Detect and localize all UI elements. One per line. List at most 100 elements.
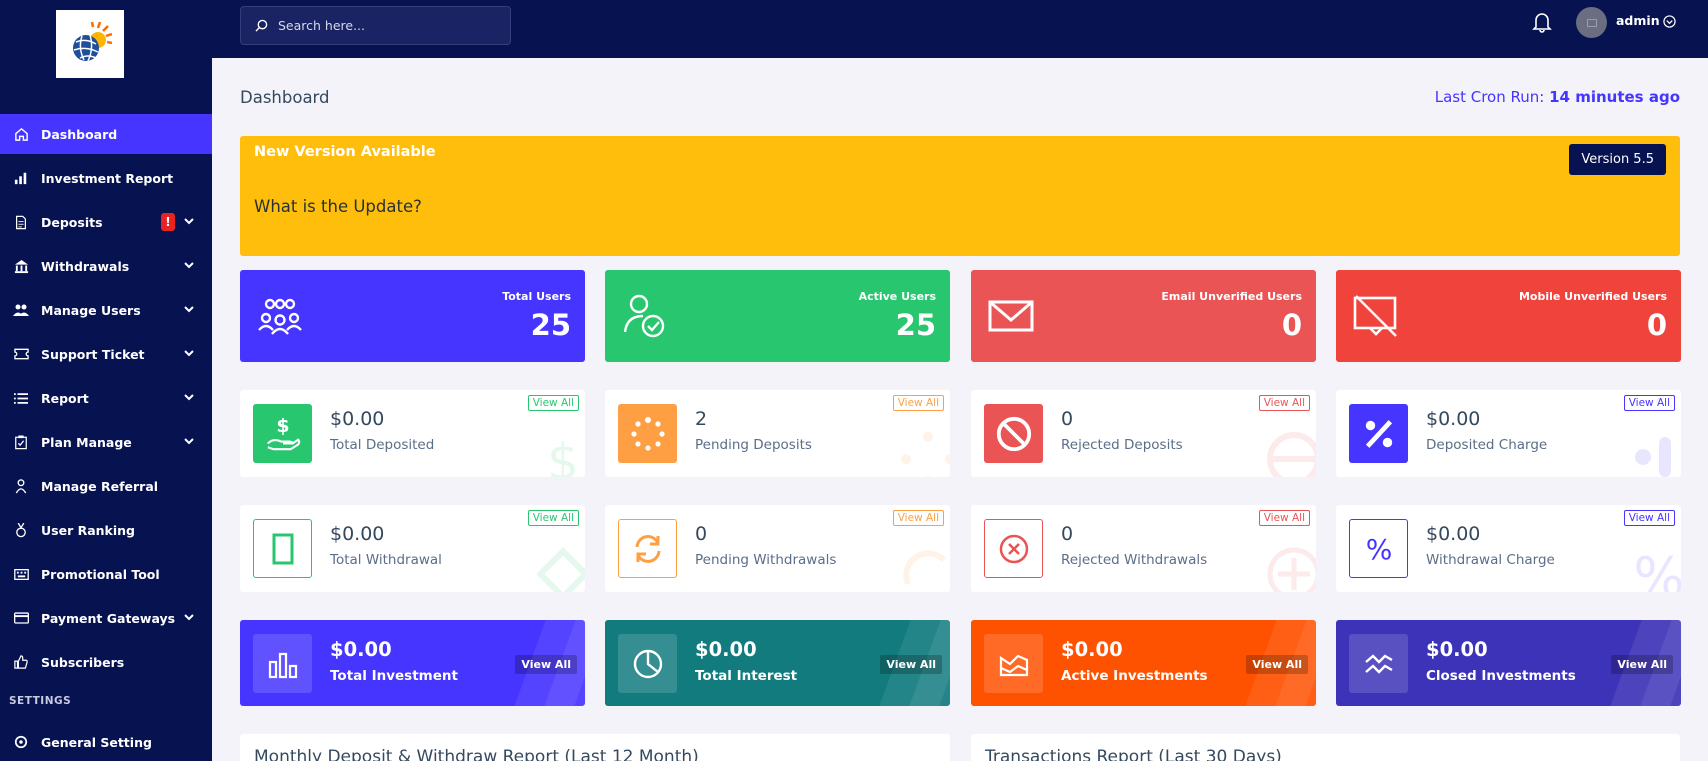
home-icon — [13, 126, 29, 142]
view-all-button[interactable]: View All — [515, 655, 577, 674]
stat-mobile-unverified[interactable]: Mobile Unverified Users 0 — [1336, 270, 1681, 362]
logo[interactable] — [56, 10, 124, 78]
sidebar-item-deposits[interactable]: Deposits ! — [0, 202, 212, 242]
users-icon — [13, 302, 29, 318]
sidebar-item-investment-report[interactable]: Investment Report — [0, 158, 212, 198]
chevron-down-circle-icon[interactable] — [1663, 15, 1676, 28]
svg-text:%: % — [1633, 546, 1681, 592]
view-all-button[interactable]: View All — [1623, 395, 1675, 411]
stat-value: $0.00 — [330, 408, 385, 430]
stat-active-investments: $0.00 Active Investments View All — [971, 620, 1316, 706]
view-all-button[interactable]: View All — [880, 655, 942, 674]
search-icon — [255, 19, 268, 32]
topbar: admin — [212, 0, 1708, 58]
view-all-button[interactable]: View All — [527, 510, 579, 526]
stat-value: $0.00 — [1426, 523, 1481, 545]
sidebar-item-label: Manage Users — [41, 302, 141, 318]
stat-total-investment: $0.00 Total Investment View All — [240, 620, 585, 706]
stat-value: $0.00 — [1426, 638, 1488, 661]
stat-value: $0.00 — [1426, 408, 1481, 430]
mobile-slash-icon — [1353, 295, 1397, 337]
view-all-button[interactable]: View All — [1623, 510, 1675, 526]
list-icon — [13, 390, 29, 406]
stat-email-unverified[interactable]: Email Unverified Users 0 — [971, 270, 1316, 362]
stat-value: 0 — [1061, 408, 1074, 430]
sidebar-item-user-ranking[interactable]: User Ranking — [0, 510, 212, 550]
chevron-down-icon — [184, 614, 194, 621]
transactions-report-card: Transactions Report (Last 30 Days) — [971, 734, 1680, 761]
bank-icon — [13, 258, 29, 274]
notice-subtitle: What is the Update? — [254, 197, 422, 216]
percent-icon — [1349, 404, 1408, 463]
cron-label: Last Cron Run: — [1434, 88, 1545, 106]
sidebar-item-label: Subscribers — [41, 654, 125, 670]
plus-circle-watermark-icon — [1267, 547, 1316, 592]
stat-label: Rejected Withdrawals — [1061, 552, 1208, 568]
stat-deposited-charge: $0.00 Deposited Charge View All — [1336, 390, 1681, 477]
view-all-button[interactable]: View All — [527, 395, 579, 411]
sidebar-item-withdrawals[interactable]: Withdrawals — [0, 246, 212, 286]
file-invoice-icon — [13, 214, 29, 230]
stat-value: 0 — [1646, 308, 1667, 342]
logo-globe-icon — [73, 22, 112, 62]
stat-total-withdrawal: $0.00 Total Withdrawal View All — [240, 505, 585, 592]
sidebar-item-label: Withdrawals — [41, 258, 130, 274]
stat-value: $0.00 — [695, 638, 757, 661]
sidebar-item-label: General Setting — [41, 734, 152, 750]
sidebar-item-label: Deposits — [41, 214, 103, 230]
percent-watermark-icon — [1635, 437, 1671, 477]
view-all-button[interactable]: View All — [1246, 655, 1308, 674]
bell-icon[interactable] — [1532, 11, 1552, 33]
sidebar-item-subscribers[interactable]: Subscribers — [0, 642, 212, 682]
user-name[interactable]: admin — [1616, 13, 1660, 28]
stat-value: 2 — [695, 408, 708, 430]
version-button[interactable]: Version 5.5 — [1569, 144, 1666, 175]
stat-active-users[interactable]: Active Users 25 — [605, 270, 950, 362]
sidebar-item-dashboard[interactable]: Dashboard — [0, 114, 212, 154]
view-all-button[interactable]: View All — [1258, 395, 1310, 411]
chart-area-icon — [984, 634, 1043, 693]
sidebar-item-promotional-tool[interactable]: Promotional Tool — [0, 554, 212, 594]
spinner-icon — [618, 404, 677, 463]
chevron-down-icon — [184, 438, 194, 445]
sidebar-item-manage-referral[interactable]: Manage Referral — [0, 466, 212, 506]
search-input[interactable] — [278, 18, 498, 33]
update-notice: New Version Available What is the Update… — [240, 136, 1680, 256]
sync-icon — [618, 519, 677, 578]
hand-dollar-icon: $ — [253, 404, 312, 463]
view-all-button[interactable]: View All — [1611, 655, 1673, 674]
sidebar-item-general-setting[interactable]: General Setting — [0, 722, 212, 761]
stat-total-users[interactable]: Total Users 25 — [240, 270, 585, 362]
sidebar-item-report[interactable]: Report — [0, 378, 212, 418]
avatar[interactable] — [1576, 7, 1607, 38]
search-box[interactable] — [240, 6, 511, 45]
times-circle-icon — [984, 519, 1043, 578]
stat-label: Active Investments — [1061, 668, 1208, 684]
sidebar-item-manage-users[interactable]: Manage Users — [0, 290, 212, 330]
view-all-button[interactable]: View All — [892, 395, 944, 411]
svg-text:%: % — [1365, 533, 1392, 565]
percent-icon: % — [1349, 519, 1408, 578]
stat-label: Active Users — [858, 290, 936, 303]
person-icon — [13, 478, 29, 494]
stat-label: Pending Deposits — [695, 437, 812, 453]
svg-text:$: $ — [276, 415, 289, 437]
sidebar-item-plan-manage[interactable]: Plan Manage — [0, 422, 212, 462]
percent-watermark-icon: % — [1633, 546, 1681, 592]
stat-value: 25 — [895, 308, 936, 342]
sidebar-item-label: Investment Report — [41, 170, 174, 186]
stat-withdrawal-charge: % $0.00 Withdrawal Charge View All % — [1336, 505, 1681, 592]
sidebar-item-label: Support Ticket — [41, 346, 145, 362]
sidebar-item-payment-gateways[interactable]: Payment Gateways — [0, 598, 212, 638]
pie-chart-icon — [618, 634, 677, 693]
view-all-button[interactable]: View All — [892, 510, 944, 526]
stat-value: 0 — [695, 523, 708, 545]
sync-watermark-icon — [903, 550, 947, 586]
sidebar-item-support-ticket[interactable]: Support Ticket — [0, 334, 212, 374]
stat-value: $0.00 — [330, 638, 392, 661]
diamond-watermark-icon — [536, 547, 585, 592]
view-all-button[interactable]: View All — [1258, 510, 1310, 526]
stat-label: Total Withdrawal — [330, 552, 442, 568]
image-placeholder-icon — [1586, 18, 1597, 27]
stat-label: Pending Withdrawals — [695, 552, 837, 568]
